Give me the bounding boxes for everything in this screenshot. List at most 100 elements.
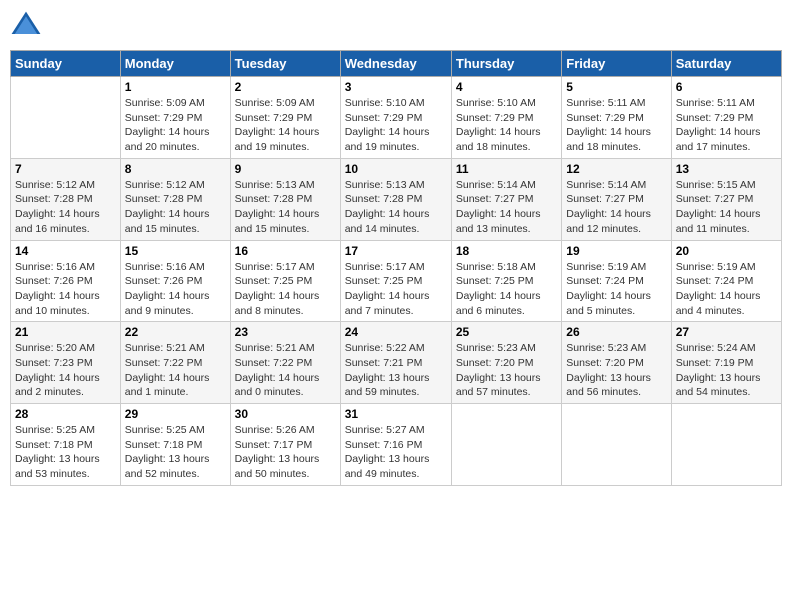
day-cell <box>562 404 671 486</box>
day-info: Sunrise: 5:22 AM Sunset: 7:21 PM Dayligh… <box>345 341 447 400</box>
day-number: 1 <box>125 80 226 94</box>
day-info: Sunrise: 5:14 AM Sunset: 7:27 PM Dayligh… <box>566 178 666 237</box>
day-info: Sunrise: 5:09 AM Sunset: 7:29 PM Dayligh… <box>235 96 336 155</box>
col-header-saturday: Saturday <box>671 51 781 77</box>
day-number: 30 <box>235 407 336 421</box>
day-cell: 2 Sunrise: 5:09 AM Sunset: 7:29 PM Daylig… <box>230 77 340 159</box>
day-info: Sunrise: 5:15 AM Sunset: 7:27 PM Dayligh… <box>676 178 777 237</box>
day-number: 27 <box>676 325 777 339</box>
day-info: Sunrise: 5:25 AM Sunset: 7:18 PM Dayligh… <box>125 423 226 482</box>
day-info: Sunrise: 5:17 AM Sunset: 7:25 PM Dayligh… <box>235 260 336 319</box>
day-info: Sunrise: 5:17 AM Sunset: 7:25 PM Dayligh… <box>345 260 447 319</box>
day-info: Sunrise: 5:27 AM Sunset: 7:16 PM Dayligh… <box>345 423 447 482</box>
day-number: 31 <box>345 407 447 421</box>
day-cell: 27 Sunrise: 5:24 AM Sunset: 7:19 PM Dayli… <box>671 322 781 404</box>
day-cell: 10Sunrise: 5:13 AM Sunset: 7:28 PM Dayli… <box>340 158 451 240</box>
day-cell <box>11 77 121 159</box>
col-header-thursday: Thursday <box>451 51 561 77</box>
day-number: 5 <box>566 80 666 94</box>
day-cell: 30 Sunrise: 5:26 AM Sunset: 7:17 PM Dayli… <box>230 404 340 486</box>
day-number: 18 <box>456 244 557 258</box>
col-header-friday: Friday <box>562 51 671 77</box>
day-number: 24 <box>345 325 447 339</box>
day-info: Sunrise: 5:13 AM Sunset: 7:28 PM Dayligh… <box>235 178 336 237</box>
day-cell: 22 Sunrise: 5:21 AM Sunset: 7:22 PM Dayli… <box>120 322 230 404</box>
page-header <box>10 10 782 42</box>
day-cell: 1 Sunrise: 5:09 AM Sunset: 7:29 PM Daylig… <box>120 77 230 159</box>
day-number: 3 <box>345 80 447 94</box>
col-header-wednesday: Wednesday <box>340 51 451 77</box>
day-info: Sunrise: 5:10 AM Sunset: 7:29 PM Dayligh… <box>345 96 447 155</box>
day-number: 13 <box>676 162 777 176</box>
logo <box>10 10 46 42</box>
day-cell: 12 Sunrise: 5:14 AM Sunset: 7:27 PM Dayli… <box>562 158 671 240</box>
day-info: Sunrise: 5:16 AM Sunset: 7:26 PM Dayligh… <box>125 260 226 319</box>
calendar: SundayMondayTuesdayWednesdayThursdayFrid… <box>10 50 782 486</box>
week-row-1: 1 Sunrise: 5:09 AM Sunset: 7:29 PM Daylig… <box>11 77 782 159</box>
day-number: 6 <box>676 80 777 94</box>
day-cell: 9 Sunrise: 5:13 AM Sunset: 7:28 PM Daylig… <box>230 158 340 240</box>
day-number: 12 <box>566 162 666 176</box>
day-cell: 31 Sunrise: 5:27 AM Sunset: 7:16 PM Dayli… <box>340 404 451 486</box>
week-row-2: 7 Sunrise: 5:12 AM Sunset: 7:28 PM Daylig… <box>11 158 782 240</box>
day-info: Sunrise: 5:10 AM Sunset: 7:29 PM Dayligh… <box>456 96 557 155</box>
day-info: Sunrise: 5:13 AM Sunset: 7:28 PM Dayligh… <box>345 178 447 237</box>
week-row-4: 21Sunrise: 5:20 AM Sunset: 7:23 PM Dayli… <box>11 322 782 404</box>
col-header-monday: Monday <box>120 51 230 77</box>
day-number: 11 <box>456 162 557 176</box>
logo-icon <box>10 10 42 42</box>
day-cell: 23Sunrise: 5:21 AM Sunset: 7:22 PM Dayli… <box>230 322 340 404</box>
day-info: Sunrise: 5:23 AM Sunset: 7:20 PM Dayligh… <box>456 341 557 400</box>
day-info: Sunrise: 5:09 AM Sunset: 7:29 PM Dayligh… <box>125 96 226 155</box>
week-row-5: 28 Sunrise: 5:25 AM Sunset: 7:18 PM Dayli… <box>11 404 782 486</box>
day-info: Sunrise: 5:19 AM Sunset: 7:24 PM Dayligh… <box>676 260 777 319</box>
day-cell: 6 Sunrise: 5:11 AM Sunset: 7:29 PM Daylig… <box>671 77 781 159</box>
day-number: 28 <box>15 407 116 421</box>
day-info: Sunrise: 5:24 AM Sunset: 7:19 PM Dayligh… <box>676 341 777 400</box>
day-number: 14 <box>15 244 116 258</box>
day-info: Sunrise: 5:19 AM Sunset: 7:24 PM Dayligh… <box>566 260 666 319</box>
day-cell: 3 Sunrise: 5:10 AM Sunset: 7:29 PM Daylig… <box>340 77 451 159</box>
day-cell: 28 Sunrise: 5:25 AM Sunset: 7:18 PM Dayli… <box>11 404 121 486</box>
day-cell: 7 Sunrise: 5:12 AM Sunset: 7:28 PM Daylig… <box>11 158 121 240</box>
day-number: 26 <box>566 325 666 339</box>
col-header-tuesday: Tuesday <box>230 51 340 77</box>
day-cell: 18Sunrise: 5:18 AM Sunset: 7:25 PM Dayli… <box>451 240 561 322</box>
day-info: Sunrise: 5:12 AM Sunset: 7:28 PM Dayligh… <box>125 178 226 237</box>
day-number: 7 <box>15 162 116 176</box>
day-cell: 24 Sunrise: 5:22 AM Sunset: 7:21 PM Dayli… <box>340 322 451 404</box>
day-cell <box>671 404 781 486</box>
day-number: 4 <box>456 80 557 94</box>
day-cell: 8 Sunrise: 5:12 AM Sunset: 7:28 PM Daylig… <box>120 158 230 240</box>
week-row-3: 14 Sunrise: 5:16 AM Sunset: 7:26 PM Dayli… <box>11 240 782 322</box>
day-number: 9 <box>235 162 336 176</box>
day-cell: 26 Sunrise: 5:23 AM Sunset: 7:20 PM Dayli… <box>562 322 671 404</box>
day-info: Sunrise: 5:23 AM Sunset: 7:20 PM Dayligh… <box>566 341 666 400</box>
day-number: 15 <box>125 244 226 258</box>
day-cell: 25 Sunrise: 5:23 AM Sunset: 7:20 PM Dayli… <box>451 322 561 404</box>
day-number: 25 <box>456 325 557 339</box>
day-info: Sunrise: 5:11 AM Sunset: 7:29 PM Dayligh… <box>676 96 777 155</box>
day-cell: 15 Sunrise: 5:16 AM Sunset: 7:26 PM Dayli… <box>120 240 230 322</box>
calendar-header-row: SundayMondayTuesdayWednesdayThursdayFrid… <box>11 51 782 77</box>
day-cell: 21Sunrise: 5:20 AM Sunset: 7:23 PM Dayli… <box>11 322 121 404</box>
day-cell: 19 Sunrise: 5:19 AM Sunset: 7:24 PM Dayli… <box>562 240 671 322</box>
day-info: Sunrise: 5:12 AM Sunset: 7:28 PM Dayligh… <box>15 178 116 237</box>
day-number: 20 <box>676 244 777 258</box>
day-info: Sunrise: 5:25 AM Sunset: 7:18 PM Dayligh… <box>15 423 116 482</box>
day-number: 16 <box>235 244 336 258</box>
day-number: 8 <box>125 162 226 176</box>
day-number: 22 <box>125 325 226 339</box>
day-cell: 11Sunrise: 5:14 AM Sunset: 7:27 PM Dayli… <box>451 158 561 240</box>
day-number: 2 <box>235 80 336 94</box>
day-info: Sunrise: 5:11 AM Sunset: 7:29 PM Dayligh… <box>566 96 666 155</box>
day-number: 29 <box>125 407 226 421</box>
day-info: Sunrise: 5:21 AM Sunset: 7:22 PM Dayligh… <box>125 341 226 400</box>
day-cell: 16 Sunrise: 5:17 AM Sunset: 7:25 PM Dayli… <box>230 240 340 322</box>
day-cell <box>451 404 561 486</box>
day-info: Sunrise: 5:16 AM Sunset: 7:26 PM Dayligh… <box>15 260 116 319</box>
day-number: 17 <box>345 244 447 258</box>
col-header-sunday: Sunday <box>11 51 121 77</box>
day-number: 19 <box>566 244 666 258</box>
day-info: Sunrise: 5:26 AM Sunset: 7:17 PM Dayligh… <box>235 423 336 482</box>
